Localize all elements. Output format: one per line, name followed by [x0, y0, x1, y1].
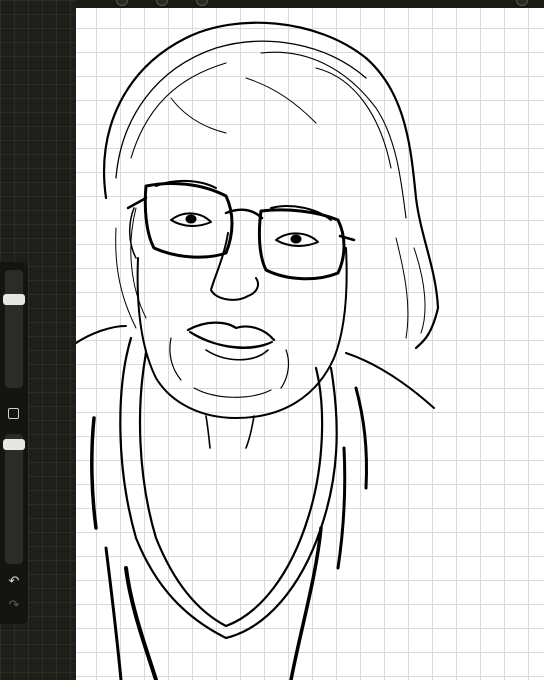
portrait-artwork — [76, 21, 440, 680]
face-outline — [136, 247, 348, 419]
hair-strand — [115, 40, 367, 179]
brush-size-thumb[interactable] — [3, 293, 25, 305]
left-pupil — [185, 214, 197, 224]
sweater-edge — [336, 446, 347, 570]
shoulder-left — [76, 325, 127, 344]
toolbar-button[interactable] — [156, 0, 168, 6]
toolbar-button[interactable] — [196, 0, 208, 6]
wrinkle — [193, 387, 272, 398]
redo-arrow-icon[interactable]: ↷ — [0, 598, 28, 614]
neck-line — [205, 415, 211, 449]
neckline-outer — [119, 336, 338, 640]
brush-opacity-slider[interactable] — [5, 434, 23, 564]
color-picker-button[interactable] — [516, 0, 528, 6]
neck-line — [245, 415, 255, 449]
brush-sidebar: ↶ ↷ — [0, 262, 28, 624]
square-icon[interactable] — [8, 408, 19, 419]
nose — [210, 232, 259, 301]
wrinkle — [280, 349, 290, 389]
glasses-temple — [126, 196, 148, 210]
lower-lip — [205, 349, 269, 361]
mouth-open — [189, 331, 273, 349]
sweater-edge — [104, 546, 123, 680]
right-pupil — [290, 234, 302, 244]
wrinkle — [169, 337, 182, 381]
undo-arrow-icon[interactable]: ↶ — [0, 574, 28, 590]
sweater-edge — [124, 566, 158, 680]
hair-strand — [130, 62, 227, 159]
brush-opacity-thumb[interactable] — [3, 438, 25, 450]
drawing-canvas[interactable] — [76, 8, 544, 680]
top-toolbar — [76, 0, 544, 8]
right-eyebrow — [270, 205, 332, 221]
sweater-edge — [90, 416, 98, 530]
sweater-edge — [354, 386, 369, 490]
hair-strand — [413, 247, 426, 334]
hair-strand — [245, 77, 317, 124]
toolbar-button[interactable] — [116, 0, 128, 6]
hair-strand — [170, 97, 227, 134]
hair-strand — [395, 237, 409, 339]
brush-size-slider[interactable] — [5, 270, 23, 388]
